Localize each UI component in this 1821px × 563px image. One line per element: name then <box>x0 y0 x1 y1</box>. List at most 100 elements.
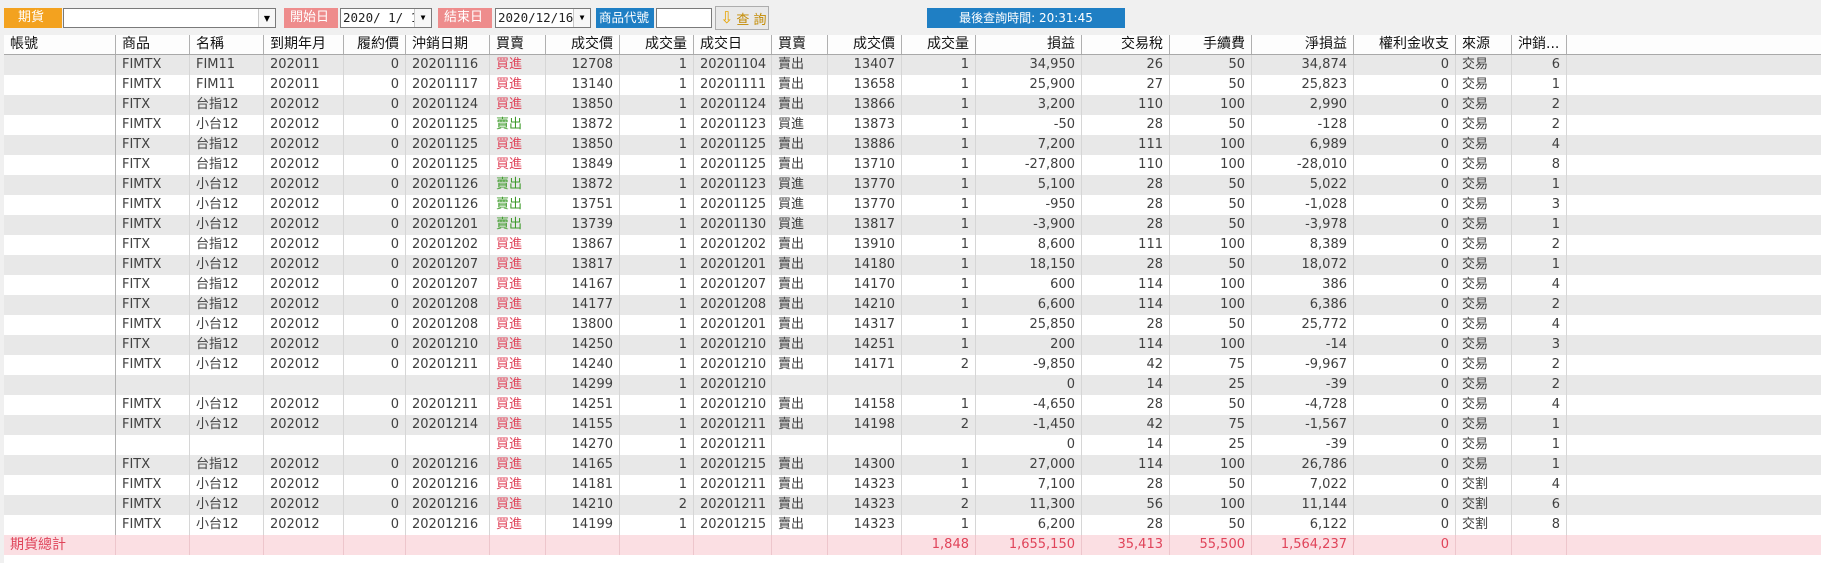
end-date-picker[interactable]: 2020/12/16 ▼ <box>495 8 591 28</box>
cell-offset-date: 20201125 <box>406 155 490 175</box>
column-header-price[interactable]: 成交價 <box>546 35 620 54</box>
column-header-product[interactable]: 商品 <box>116 35 190 54</box>
table-row[interactable]: FITX 台指12 202012 0 20201216 買進 14165 1 20201215 賣… <box>4 455 1821 475</box>
table-row[interactable]: FIMTX 小台12 202012 0 20201126 賣出 13751 1 20201125… <box>4 195 1821 215</box>
cell-strike: 0 <box>344 235 406 255</box>
column-header-expiry[interactable]: 到期年月 <box>264 35 344 54</box>
cell-premium: 0 <box>1354 155 1456 175</box>
column-header-account[interactable]: 帳號 <box>4 35 116 54</box>
column-header-side[interactable]: 買賣 <box>490 35 546 54</box>
table-row[interactable]: FIMTX 小台12 202012 0 20201126 賣出 13872 1 20201123… <box>4 175 1821 195</box>
cell-account <box>4 275 116 295</box>
column-header-tax[interactable]: 交易稅 <box>1082 35 1170 54</box>
cell-offset-count: 8 <box>1512 155 1567 175</box>
cell-expiry: 202012 <box>264 115 344 135</box>
table-row[interactable]: FIMTX 小台12 202012 0 20201208 買進 13800 1 20201201… <box>4 315 1821 335</box>
chevron-down-icon[interactable]: ▼ <box>414 9 431 27</box>
cell-trade-price: 14170 <box>828 275 902 295</box>
cell-name: 小台12 <box>190 355 264 375</box>
cell-offset-date: 20201117 <box>406 75 490 95</box>
table-row[interactable]: FITX 台指12 202012 0 20201210 買進 14250 1 20201210 賣… <box>4 335 1821 355</box>
cell-tax: 14 <box>1082 375 1170 395</box>
cell-expiry: 202012 <box>264 495 344 515</box>
table-row[interactable]: FIMTX 小台12 202012 0 20201125 賣出 13872 1 20201123… <box>4 115 1821 135</box>
cell-source: 交易 <box>1456 115 1512 135</box>
column-header-trade-side[interactable]: 買賣 <box>772 35 828 54</box>
table-row[interactable]: 買進 14299 1 20201210 0 14 25 -39 0 交易 2 <box>4 375 1821 395</box>
table-row[interactable]: FITX 台指12 202012 0 20201202 買進 13867 1 20201202 賣… <box>4 235 1821 255</box>
start-date-label: 開始日 <box>284 8 338 28</box>
cell-account <box>4 75 116 95</box>
table-row[interactable]: FITX 台指12 202012 0 20201125 買進 13849 1 20201125 賣… <box>4 155 1821 175</box>
cell-tax: 28 <box>1082 315 1170 335</box>
column-header-premium[interactable]: 權利金收支 <box>1354 35 1456 54</box>
chevron-down-icon[interactable]: ▼ <box>258 9 275 27</box>
cell-trade-date: 20201124 <box>694 95 772 115</box>
table-row[interactable]: 買進 14270 1 20201211 0 14 25 -39 0 交易 1 <box>4 435 1821 455</box>
table-row[interactable]: FIMTX 小台12 202012 0 20201216 買進 14199 1 20201215… <box>4 515 1821 535</box>
cell-trade-date: 20201211 <box>694 415 772 435</box>
cell-trade-date: 20201123 <box>694 115 772 135</box>
cell-fee: 50 <box>1170 55 1252 75</box>
cell-strike: 0 <box>344 315 406 335</box>
cell-product: FITX <box>116 135 190 155</box>
cell-side: 買進 <box>490 435 546 455</box>
column-header-trade-qty[interactable]: 成交量 <box>902 35 976 54</box>
cell-name: 小台12 <box>190 515 264 535</box>
cell-strike: 0 <box>344 195 406 215</box>
cell-strike: 0 <box>344 215 406 235</box>
table-row[interactable]: FITX 台指12 202012 0 20201207 買進 14167 1 20201207 賣… <box>4 275 1821 295</box>
column-header-trade-price[interactable]: 成交價 <box>828 35 902 54</box>
query-button[interactable]: ⇩ 查 詢 <box>715 6 769 30</box>
cell-net-pnl: 2,990 <box>1252 95 1354 115</box>
cell-product: FITX <box>116 295 190 315</box>
column-header-offset-date[interactable]: 沖銷日期 <box>406 35 490 54</box>
column-header-offset-count[interactable]: 沖銷... <box>1512 35 1567 54</box>
table-row[interactable]: FITX 台指12 202012 0 20201124 買進 13850 1 20201124 賣… <box>4 95 1821 115</box>
column-header-strike[interactable]: 履約價 <box>344 35 406 54</box>
cell-qty: 1 <box>620 255 694 275</box>
column-header-net-pnl[interactable]: 淨損益 <box>1252 35 1354 54</box>
cell-trade-date: 20201123 <box>694 175 772 195</box>
table-row[interactable]: FIMTX 小台12 202012 0 20201207 買進 13817 1 20201201… <box>4 255 1821 275</box>
column-header-pnl[interactable]: 損益 <box>976 35 1082 54</box>
cell-qty: 1 <box>620 455 694 475</box>
column-header-qty[interactable]: 成交量 <box>620 35 694 54</box>
column-header-trade-date[interactable]: 成交日 <box>694 35 772 54</box>
table-row[interactable]: FITX 台指12 202012 0 20201125 買進 13850 1 20201125 賣… <box>4 135 1821 155</box>
table-row[interactable]: FIMTX 小台12 202012 0 20201201 賣出 13739 1 20201130… <box>4 215 1821 235</box>
table-row[interactable]: FIMTX 小台12 202012 0 20201211 買進 14240 1 20201210… <box>4 355 1821 375</box>
cell-offset-date <box>406 375 490 395</box>
table-row[interactable]: FIMTX FIM11 202011 0 20201117 買進 13140 1 2020111… <box>4 75 1821 95</box>
cell-trade-price: 13886 <box>828 135 902 155</box>
cell-trade-date: 20201210 <box>694 395 772 415</box>
cell-premium: 0 <box>1354 175 1456 195</box>
table-row[interactable]: FIMTX 小台12 202012 0 20201216 買進 14181 1 20201211… <box>4 475 1821 495</box>
product-combo[interactable]: ▼ <box>63 8 276 28</box>
table-row[interactable]: FIMTX 小台12 202012 0 20201216 買進 14210 2 20201211… <box>4 495 1821 515</box>
chevron-down-icon[interactable]: ▼ <box>573 9 590 27</box>
cell-side: 買進 <box>490 415 546 435</box>
cell-source: 交易 <box>1456 235 1512 255</box>
column-header-fee[interactable]: 手續費 <box>1170 35 1252 54</box>
table-row[interactable]: FIMTX 小台12 202012 0 20201214 買進 14155 1 20201211… <box>4 415 1821 435</box>
cell-name: 小台12 <box>190 115 264 135</box>
cell-side: 買進 <box>490 275 546 295</box>
start-date-picker[interactable]: 2020/ 1/ 1 ▼ <box>340 8 432 28</box>
cell-source: 交易 <box>1456 175 1512 195</box>
product-code-input[interactable] <box>656 8 712 28</box>
cell-price: 14167 <box>546 275 620 295</box>
table-row[interactable]: FIMTX 小台12 202012 0 20201211 買進 14251 1 20201210… <box>4 395 1821 415</box>
cell-trade-qty: 1 <box>902 175 976 195</box>
cell-expiry: 202012 <box>264 275 344 295</box>
cell-trade-side: 買進 <box>772 115 828 135</box>
column-header-source[interactable]: 來源 <box>1456 35 1512 54</box>
cell-premium: 0 <box>1354 375 1456 395</box>
cell-premium: 0 <box>1354 455 1456 475</box>
column-header-name[interactable]: 名稱 <box>190 35 264 54</box>
table-row[interactable]: FIMTX FIM11 202011 0 20201116 買進 12708 1 2020110… <box>4 55 1821 75</box>
cell-qty: 1 <box>620 275 694 295</box>
market-tab[interactable]: 期貨 <box>4 8 62 28</box>
total-cell-fee: 55,500 <box>1170 535 1252 555</box>
table-row[interactable]: FITX 台指12 202012 0 20201208 買進 14177 1 20201208 賣… <box>4 295 1821 315</box>
